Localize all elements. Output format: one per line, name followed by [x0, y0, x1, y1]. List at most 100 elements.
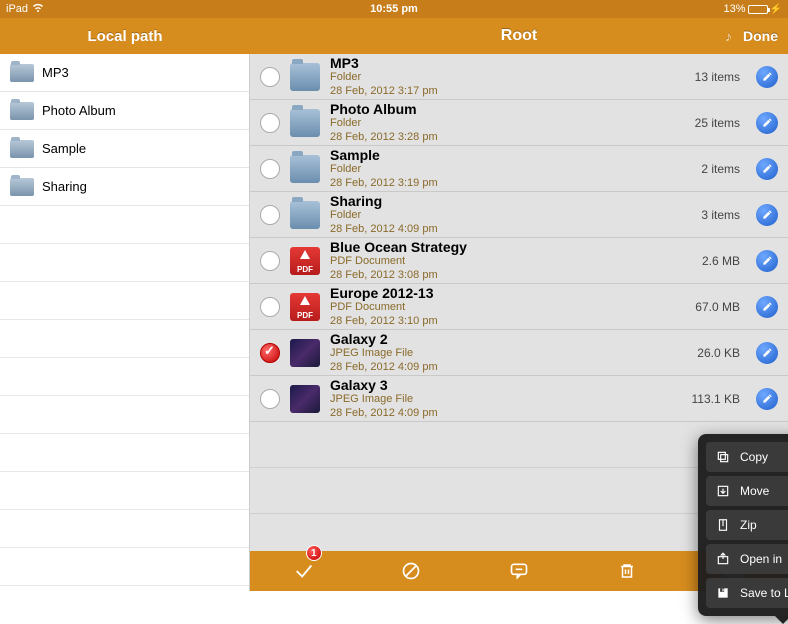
select-checkbox[interactable] — [260, 251, 280, 271]
status-bar: iPad 10:55 pm 13% ⚡ — [0, 0, 788, 18]
file-row[interactable]: Galaxy 3JPEG Image File28 Feb, 2012 4:09… — [250, 376, 788, 422]
file-date: 28 Feb, 2012 3:17 pm — [330, 85, 685, 98]
popover-label: Zip — [740, 518, 757, 532]
header: Local path Root ♪ Done — [0, 18, 788, 54]
save-icon — [716, 586, 730, 600]
file-name: Galaxy 3 — [330, 377, 682, 393]
folder-icon — [10, 64, 34, 82]
file-meta: 25 items — [695, 116, 740, 130]
file-type: Folder — [330, 163, 691, 176]
popover-zip[interactable]: Zip — [706, 510, 788, 540]
edit-button[interactable] — [756, 342, 778, 364]
file-row[interactable]: PDFEurope 2012-13PDF Document28 Feb, 201… — [250, 284, 788, 330]
file-info: Galaxy 2JPEG Image File28 Feb, 2012 4:09… — [330, 331, 687, 373]
file-info: SampleFolder28 Feb, 2012 3:19 pm — [330, 147, 691, 189]
file-type: PDF Document — [330, 255, 692, 268]
zip-icon — [716, 518, 730, 532]
file-row[interactable]: PDF Blue Ocean StrategyPDF Document28 Feb… — [250, 238, 788, 284]
select-checkbox[interactable] — [260, 67, 280, 87]
select-checkbox[interactable] — [260, 159, 280, 179]
file-list: MP3Folder28 Feb, 2012 3:17 pm13 itemsPho… — [250, 54, 788, 422]
folder-icon — [10, 102, 34, 120]
music-icon[interactable]: ♪ — [725, 28, 732, 44]
file-name: Europe 2012-13 — [330, 285, 685, 301]
file-row[interactable]: MP3Folder28 Feb, 2012 3:17 pm13 items — [250, 54, 788, 100]
folder-icon — [290, 155, 320, 183]
popover-label: Copy — [740, 450, 768, 464]
file-date: 28 Feb, 2012 3:10 pm — [330, 315, 685, 328]
popover-save-to-library[interactable]: Save to Library — [706, 578, 788, 608]
select-checkbox[interactable] — [260, 343, 280, 363]
sidebar: MP3 Photo Album Sample Sharing — [0, 54, 250, 591]
sidebar-item-sample[interactable]: Sample — [0, 130, 249, 168]
popover-label: Open in — [740, 552, 782, 566]
select-checkbox[interactable] — [260, 113, 280, 133]
image-thumbnail — [290, 339, 320, 367]
file-meta: 2 items — [701, 162, 740, 176]
file-name: Galaxy 2 — [330, 331, 687, 347]
file-meta: 2.6 MB — [702, 254, 740, 268]
edit-button[interactable] — [756, 388, 778, 410]
sidebar-item-label: Sharing — [42, 179, 87, 194]
file-info: Europe 2012-13PDF Document28 Feb, 2012 3… — [330, 285, 685, 327]
file-name: MP3 — [330, 55, 685, 71]
folder-icon — [290, 109, 320, 137]
openin-icon — [716, 552, 730, 566]
sidebar-item-label: Photo Album — [42, 103, 116, 118]
select-checkbox[interactable] — [260, 297, 280, 317]
file-type: Folder — [330, 71, 685, 84]
select-button[interactable]: 1 — [284, 551, 324, 591]
file-row[interactable]: SampleFolder28 Feb, 2012 3:19 pm 2 items — [250, 146, 788, 192]
clock: 10:55 pm — [370, 3, 418, 15]
edit-button[interactable] — [756, 296, 778, 318]
wifi-icon — [32, 3, 44, 16]
file-info: SharingFolder28 Feb, 2012 4:09 pm — [330, 193, 691, 235]
cancel-button[interactable] — [391, 551, 431, 591]
file-row[interactable]: SharingFolder28 Feb, 2012 4:09 pm 3 items — [250, 192, 788, 238]
popover-open-in[interactable]: Open in — [706, 544, 788, 574]
trash-button[interactable] — [607, 551, 647, 591]
folder-icon — [10, 178, 34, 196]
file-meta: 113.1 KB — [692, 392, 740, 406]
folder-icon — [10, 140, 34, 158]
file-meta: 3 items — [701, 208, 740, 222]
file-date: 28 Feb, 2012 3:19 pm — [330, 177, 691, 190]
file-info: MP3Folder28 Feb, 2012 3:17 pm — [330, 55, 685, 97]
file-type: JPEG Image File — [330, 393, 682, 406]
select-checkbox[interactable] — [260, 389, 280, 409]
file-type: PDF Document — [330, 301, 685, 314]
file-date: 28 Feb, 2012 4:09 pm — [330, 407, 682, 420]
file-info: Blue Ocean StrategyPDF Document28 Feb, 2… — [330, 239, 692, 281]
done-button[interactable]: Done — [743, 28, 778, 44]
sidebar-item-mp3[interactable]: MP3 — [0, 54, 249, 92]
edit-button[interactable] — [756, 66, 778, 88]
file-row[interactable]: Photo AlbumFolder28 Feb, 2012 3:28 pm 25 … — [250, 100, 788, 146]
selection-badge: 1 — [306, 545, 322, 561]
file-row[interactable]: Galaxy 2JPEG Image File28 Feb, 2012 4:09… — [250, 330, 788, 376]
file-date: 28 Feb, 2012 3:28 pm — [330, 131, 685, 144]
popover-move[interactable]: Move — [706, 476, 788, 506]
sidebar-item-sharing[interactable]: Sharing — [0, 168, 249, 206]
sidebar-item-photo-album[interactable]: Photo Album — [0, 92, 249, 130]
file-info: Photo AlbumFolder28 Feb, 2012 3:28 pm — [330, 101, 685, 143]
device-label: iPad — [6, 3, 28, 15]
page-title: Root — [501, 27, 537, 45]
copy-icon — [716, 450, 730, 464]
edit-button[interactable] — [756, 112, 778, 134]
file-meta: 67.0 MB — [695, 300, 740, 314]
chat-button[interactable] — [499, 551, 539, 591]
pdf-icon: PDF — [290, 247, 320, 275]
edit-button[interactable] — [756, 250, 778, 272]
popover-copy[interactable]: Copy — [706, 442, 788, 472]
file-name: Blue Ocean Strategy — [330, 239, 692, 255]
edit-button[interactable] — [756, 204, 778, 226]
file-name: Sharing — [330, 193, 691, 209]
sidebar-empty-lines — [0, 206, 249, 591]
edit-button[interactable] — [756, 158, 778, 180]
battery-icon — [748, 5, 768, 14]
image-thumbnail — [290, 385, 320, 413]
file-type: Folder — [330, 117, 685, 130]
select-checkbox[interactable] — [260, 205, 280, 225]
move-icon — [716, 484, 730, 498]
action-popover: Copy Move Zip Open in Save to Library — [698, 434, 788, 616]
